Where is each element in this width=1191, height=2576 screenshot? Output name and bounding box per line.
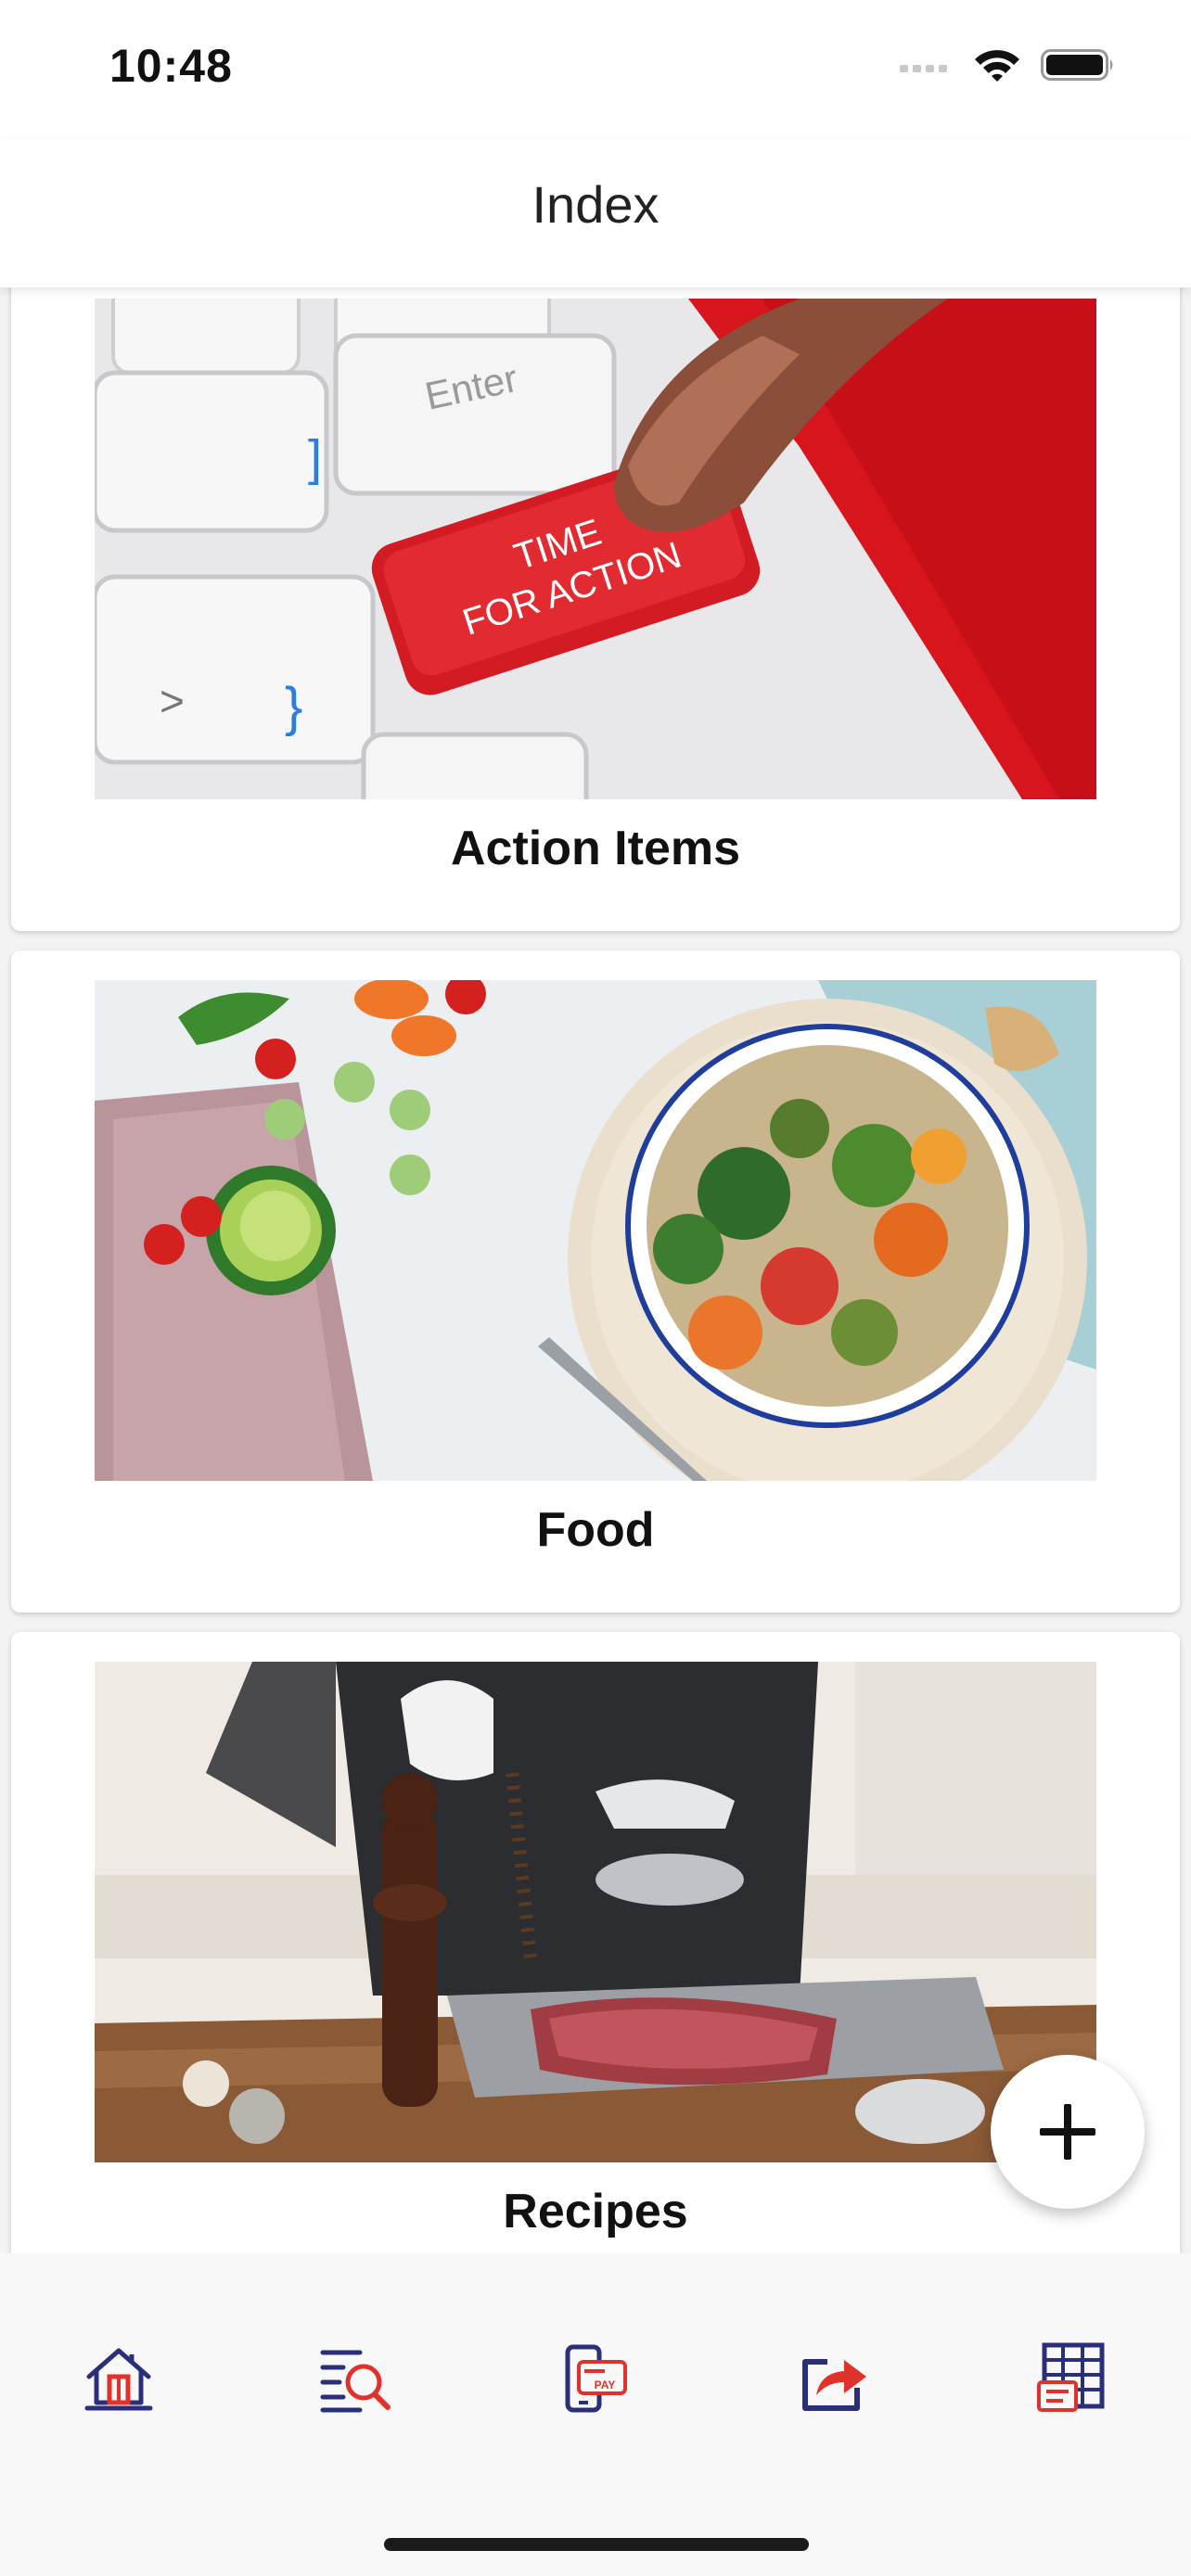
mobile-pay-icon: PAY xyxy=(565,2344,627,2413)
plus-icon xyxy=(1040,2104,1095,2160)
search-list-icon xyxy=(320,2350,391,2413)
healthy-food-bowl-photo xyxy=(95,980,1096,1481)
pay-icon-text: PAY xyxy=(595,2378,616,2391)
wifi-icon xyxy=(975,50,1019,82)
keyboard-time-for-action-photo: Enter ] } > TIME FOR ACTION xyxy=(95,299,1096,799)
tab-mobile-pay[interactable]: PAY xyxy=(538,2327,649,2429)
battery-icon xyxy=(1041,49,1113,81)
status-icons xyxy=(898,46,1117,83)
page-title: Index xyxy=(531,175,660,234)
tab-home[interactable] xyxy=(63,2327,174,2429)
tab-share[interactable] xyxy=(777,2327,889,2429)
tab-search[interactable] xyxy=(299,2327,410,2429)
add-button[interactable] xyxy=(991,2055,1145,2209)
tab-spreadsheet[interactable] xyxy=(1017,2327,1128,2429)
spreadsheet-icon xyxy=(1037,2342,1105,2412)
status-time: 10:48 xyxy=(109,40,233,92)
chef-seasoning-meat-photo xyxy=(95,1662,1096,2162)
svg-text:>: > xyxy=(160,677,185,725)
card-label-food: Food xyxy=(536,1503,655,1557)
bottom-tab-bar: PAY xyxy=(0,2253,1191,2576)
home-indicator[interactable] xyxy=(384,2538,809,2551)
card-label-action-items: Action Items xyxy=(450,822,741,875)
index-list[interactable]: Enter ] } > TIME FOR ACTION Action Items xyxy=(0,287,1191,2253)
card-food[interactable]: Food xyxy=(11,950,1180,1613)
home-icon xyxy=(84,2348,153,2411)
svg-text:]: ] xyxy=(308,430,322,486)
card-label-recipes: Recipes xyxy=(503,2185,688,2238)
navigation-bar: Index xyxy=(0,139,1191,287)
svg-text:}: } xyxy=(285,677,302,737)
cellular-signal-icon xyxy=(900,65,947,72)
share-icon xyxy=(802,2359,866,2411)
card-action-items[interactable]: Enter ] } > TIME FOR ACTION Action Items xyxy=(11,287,1180,931)
status-bar: 10:48 xyxy=(0,0,1191,139)
